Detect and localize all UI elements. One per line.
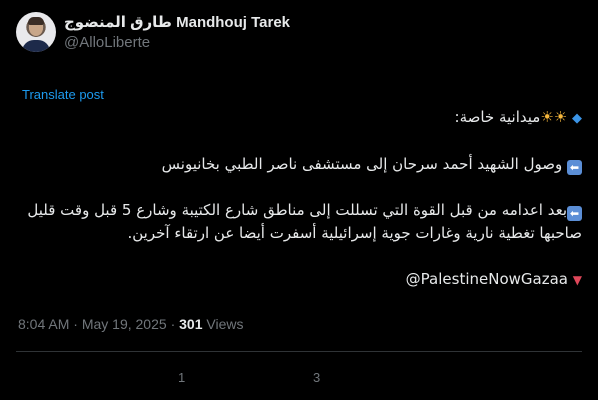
tweet: طارق المنضوج Mandhouj Tarek @AlloLiberte… [0,0,598,400]
tweet-line-header: ◆ ☀☀ميدانية خاصة: [18,106,582,130]
down-triangle-icon: ▼ [572,273,582,287]
tweet-line-arrival: ⬅ وصول الشهيد أحمد سرحان إلى مستشفى ناصر… [18,153,582,176]
meta-separator: · [170,316,176,332]
author-handle[interactable]: @AlloLiberte [64,34,150,51]
tweet-line-header-text: ميدانية خاصة: [454,108,541,126]
tweet-line-mention: ▼ @PalestineNowGazaa [18,268,582,292]
sun-icon: ☀ [540,108,554,126]
left-arrow-icon: ⬅ [567,206,582,221]
mention-link[interactable]: @PalestineNowGazaa [406,270,568,288]
avatar-hair [28,17,44,25]
tweet-line-arrival-text: وصول الشهيد أحمد سرحان إلى مستشفى ناصر ا… [161,155,563,173]
views-label: Views [206,316,244,332]
reply-count[interactable]: 1 [178,370,185,385]
meta-separator: · [73,316,78,332]
tweet-body: ◆ ☀☀ميدانية خاصة: ⬅ وصول الشهيد أحمد سرح… [18,106,582,292]
diamond-icon: ◆ [572,111,582,126]
tweet-meta: 8:04 AM · May 19, 2025 · 301 Views [18,316,243,332]
tweet-time[interactable]: 8:04 AM [18,316,69,332]
views-count: 301 [179,316,203,332]
author-display-name[interactable]: طارق المنضوج Mandhouj Tarek [64,13,290,31]
avatar[interactable] [16,12,56,52]
repost-count[interactable]: 3 [313,370,320,385]
tweet-date[interactable]: May 19, 2025 [82,316,167,332]
divider [16,351,582,352]
tweet-line-details: ⬅بعد اعدامه من قبل القوة التي تسللت إلى … [18,199,582,245]
avatar-shirt [22,40,50,52]
tweet-line-details-text: بعد اعدامه من قبل القوة التي تسللت إلى م… [27,201,582,242]
translate-post-link[interactable]: Translate post [22,87,104,102]
left-arrow-icon: ⬅ [567,160,582,175]
sun-icon: ☀ [553,108,568,126]
